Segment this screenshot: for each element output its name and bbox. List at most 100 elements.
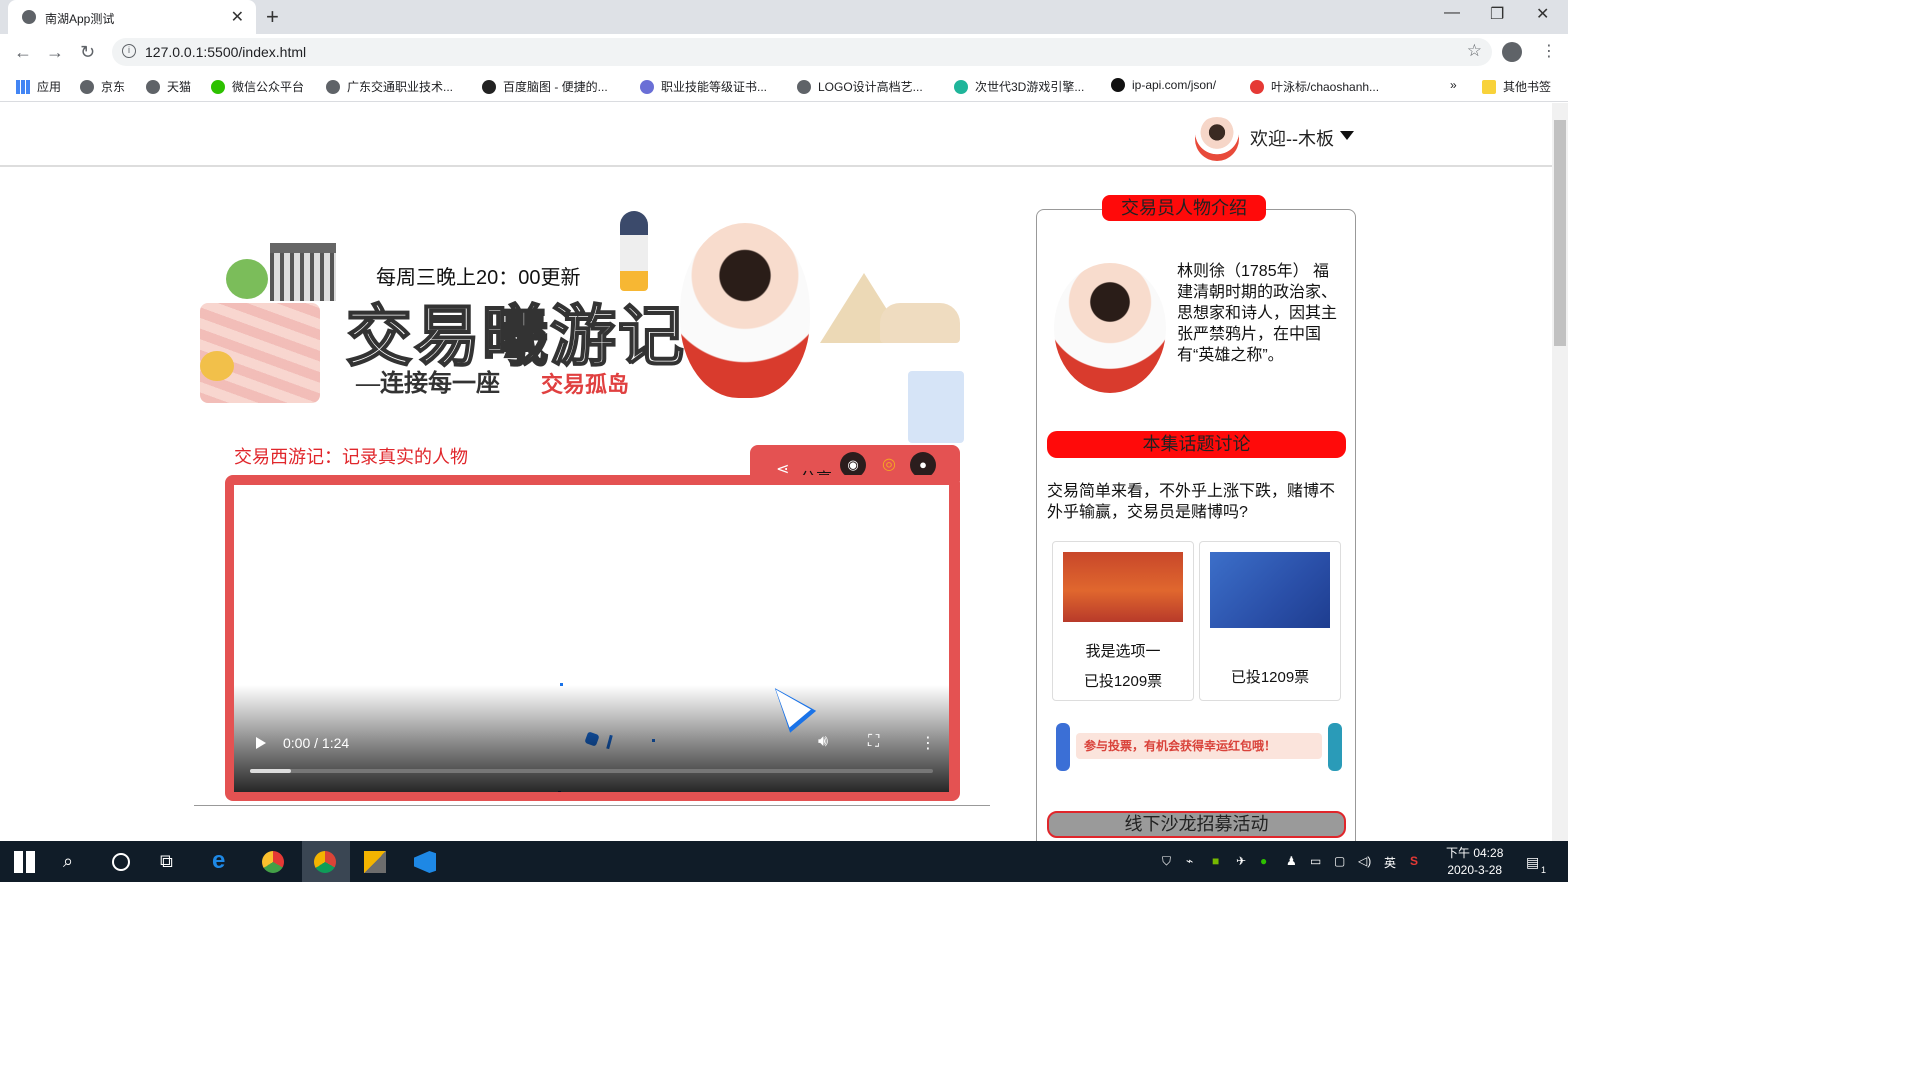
close-tab-icon[interactable]: ✕ — [231, 7, 244, 27]
bookmark-item[interactable]: 次世代3D游戏引擎... — [954, 78, 1084, 95]
bookmark-label: 叶泳标/chaoshanh... — [1271, 80, 1380, 94]
person-illustration — [1056, 723, 1070, 771]
vote-count: 已投1209票 — [1230, 669, 1310, 686]
show-subtitle-highlight: 交易孤岛 — [541, 372, 630, 397]
notification-icon[interactable]: ▤ — [1526, 854, 1539, 871]
restore-button[interactable]: ❐ — [1490, 4, 1504, 24]
vote-image — [1210, 552, 1330, 628]
bookmark-label: 职业技能等级证书... — [661, 80, 768, 94]
show-subtitle: —连接每一座 — [356, 371, 500, 397]
video-progress[interactable] — [250, 769, 933, 773]
other-bookmarks[interactable]: 其他书签 — [1482, 78, 1551, 95]
notification-count: 1 — [1541, 865, 1547, 875]
welcome-text[interactable]: 欢迎--木板 — [1250, 125, 1334, 151]
app-tray-icon[interactable]: ✈ — [1236, 854, 1246, 868]
close-window-button[interactable]: ✕ — [1536, 4, 1549, 24]
task-view-icon[interactable]: ⧉ — [160, 851, 182, 873]
building-illustration — [270, 243, 336, 301]
network-app-icon[interactable]: ⌁ — [1186, 854, 1193, 868]
bookmark-item[interactable]: 微信公众平台 — [211, 78, 304, 95]
video-player[interactable]: 0:00 / 1:24 🔊︎ ⛶ ⋮ — [234, 485, 949, 792]
bookmark-item[interactable]: 百度脑图 - 便捷的... — [482, 78, 608, 95]
bookmark-item[interactable]: 职业技能等级证书... — [640, 78, 767, 95]
bookmark-label: 百度脑图 - 便捷的... — [503, 80, 608, 94]
vote-option-1[interactable]: 我是选项一 已投1209票 — [1052, 541, 1194, 701]
url-text: 127.0.0.1:5500/index.html — [145, 44, 307, 60]
scrollbar-thumb[interactable] — [1554, 120, 1566, 346]
new-tab-button[interactable]: + — [266, 4, 279, 30]
battery-icon[interactable]: ▭ — [1310, 854, 1321, 868]
person-illustration — [1328, 723, 1342, 771]
forward-button[interactable]: → — [46, 42, 64, 63]
owl-icon — [482, 80, 496, 94]
engine-icon — [954, 80, 968, 94]
more-bookmarks-button[interactable]: » — [1450, 78, 1457, 92]
trader-photo — [1054, 263, 1166, 393]
bookmark-label: 应用 — [37, 80, 62, 94]
tab-strip: 南湖App测试 ✕ + — ❐ ✕ — [0, 0, 1568, 34]
avatar[interactable] — [1195, 117, 1239, 161]
discussion-question: 交易简单来看，不外乎上涨下跌，赌博不外乎输赢，交易员是赌博吗? — [1047, 483, 1336, 521]
wechat-tray-icon[interactable]: ● — [1260, 854, 1267, 868]
globe-icon — [80, 80, 94, 94]
play-icon[interactable] — [256, 737, 266, 749]
rocket-illustration — [620, 211, 648, 291]
browser-360-icon[interactable] — [262, 851, 284, 873]
taskbar: ⌕ ⧉ e ⛉ ⌁ ■ ✈ ● ♟ ▭ ▢ ◁) 英 S 下午 04:28 20… — [0, 841, 1568, 882]
profile-icon[interactable] — [1502, 42, 1522, 62]
bookmark-label: ip-api.com/json/ — [1132, 78, 1217, 92]
video-caption: 交易西游记：记录真实的人物 — [234, 447, 468, 467]
cert-icon — [640, 80, 654, 94]
web-page: 欢迎--木板 每周三晚上20：00更新 交易曦游记 —连接每一座 交易孤岛 交易… — [0, 103, 1552, 841]
top-nav: 欢迎--木板 — [0, 103, 1552, 167]
nvidia-icon[interactable]: ■ — [1212, 854, 1219, 868]
vote-option-2[interactable]: 已投1209票 — [1199, 541, 1341, 701]
sphinx-illustration — [880, 303, 960, 343]
wechat-icon — [211, 80, 225, 94]
bookmark-label: 微信公众平台 — [232, 80, 305, 94]
cortana-icon[interactable] — [112, 853, 130, 871]
bookmark-star-icon[interactable]: ☆ — [1467, 41, 1482, 61]
sogou-icon[interactable]: S — [1410, 854, 1418, 868]
bookmark-item[interactable]: 天猫 — [146, 78, 191, 95]
browser-tab[interactable]: 南湖App测试 ✕ — [8, 0, 256, 34]
clock-date: 2020-3-28 — [1447, 863, 1503, 877]
chrome-icon[interactable] — [314, 851, 336, 873]
vote-promo-banner: 参与投票，有机会获得幸运红包哦！ — [1046, 719, 1346, 775]
gitee-icon — [1250, 80, 1264, 94]
clock[interactable]: 下午 04:28 2020-3-28 — [1446, 845, 1503, 879]
bookmark-label: 京东 — [101, 80, 126, 94]
minimize-button[interactable]: — — [1444, 4, 1460, 22]
tools-icon[interactable] — [364, 851, 386, 873]
edge-icon[interactable]: e — [212, 847, 234, 874]
bookmark-apps[interactable]: 应用 — [16, 78, 61, 95]
salon-title[interactable]: 线下沙龙招募活动 — [1047, 811, 1346, 838]
chevron-down-icon[interactable] — [1340, 131, 1354, 140]
vote-count: 已投1209票 — [1083, 673, 1163, 690]
network-icon[interactable]: ▢ — [1334, 854, 1345, 868]
windows-start-icon[interactable] — [14, 851, 36, 873]
shield-icon[interactable]: ⛉ — [1162, 854, 1171, 869]
info-icon[interactable]: i — [122, 44, 136, 58]
more-options-icon[interactable]: ⋮ — [920, 733, 936, 753]
back-button[interactable]: ← — [14, 42, 32, 63]
globe-icon — [326, 80, 340, 94]
search-icon[interactable]: ⌕ — [63, 851, 85, 873]
bookmark-item[interactable]: 叶泳标/chaoshanh... — [1250, 78, 1379, 95]
fullscreen-icon[interactable]: ⛶ — [868, 733, 879, 751]
qq-tray-icon[interactable]: ♟ — [1286, 854, 1297, 868]
bookmark-item[interactable]: 京东 — [80, 78, 125, 95]
volume-tray-icon[interactable]: ◁) — [1358, 854, 1371, 868]
bookmark-item[interactable]: 广东交通职业技术... — [326, 78, 453, 95]
globe-icon — [146, 80, 160, 94]
volume-icon[interactable]: 🔊︎ — [818, 733, 828, 751]
address-bar[interactable]: i 127.0.0.1:5500/index.html ☆ — [112, 38, 1492, 66]
divider — [194, 805, 990, 806]
vscode-icon[interactable] — [414, 851, 436, 873]
bookmarks-bar: 应用 京东 天猫 微信公众平台 广东交通职业技术... 百度脑图 - 便捷的..… — [0, 70, 1568, 102]
reload-button[interactable]: ↻ — [80, 42, 95, 63]
bookmark-item[interactable]: LOGO设计高档艺... — [797, 78, 923, 95]
bookmark-item[interactable]: ip-api.com/json/ — [1111, 78, 1216, 92]
menu-icon[interactable]: ⋮ — [1541, 41, 1557, 61]
ime-indicator[interactable]: 英 — [1384, 854, 1396, 871]
